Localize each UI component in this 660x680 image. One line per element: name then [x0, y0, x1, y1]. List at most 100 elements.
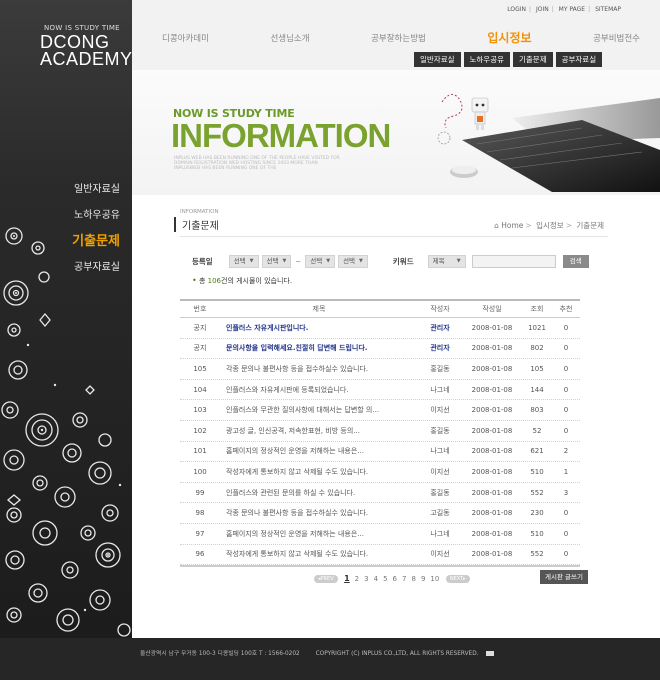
cell-date: 2008-01-08	[471, 385, 513, 394]
cell-title[interactable]: 홈페이지의 정상적인 운영을 저해하는 내용은...	[220, 529, 418, 539]
month-end-select[interactable]: 선택 ▼	[338, 255, 368, 268]
page-number[interactable]: 7	[402, 575, 406, 583]
cell-title[interactable]: 각종 문의나 불편사항 등을 접수하실수 있습니다.	[220, 508, 418, 518]
cell-no: 96	[195, 550, 205, 559]
nav-teachers[interactable]: 선생님소개	[270, 32, 309, 46]
join-link[interactable]: JOIN	[536, 6, 549, 13]
cell-rec: 0	[563, 385, 569, 394]
cell-writer: 관리자	[430, 323, 450, 332]
subtab-knowhow[interactable]: 노하우공유	[463, 52, 510, 67]
cell-writer: 이지선	[430, 406, 450, 415]
table-header: 번호 제목 작성자 작성일 조회 추천	[180, 299, 580, 318]
breadcrumb-admission[interactable]: 입시정보	[536, 221, 564, 230]
cell-writer: 고길동	[430, 509, 450, 518]
table-row: 105 각종 문의나 불편사항 등을 접수하실수 있습니다. 홍길동 2008-01-…	[180, 359, 580, 380]
cell-date: 2008-01-08	[471, 344, 513, 353]
page-number[interactable]: 10	[430, 575, 439, 583]
subtab-study[interactable]: 공부자료실	[555, 52, 603, 67]
login-link[interactable]: LOGIN	[507, 6, 526, 13]
page-number[interactable]: 1	[344, 574, 350, 583]
nav-study-secrets[interactable]: 공부비법전수	[593, 32, 640, 46]
cell-writer: 이지선	[430, 550, 450, 559]
cell-date: 2008-01-08	[471, 488, 513, 497]
keyword-input[interactable]	[471, 255, 556, 268]
table-row: 96 작성자에게 통보하지 않고 삭제될 수도 있습니다. 이지선 2008-01-0…	[180, 545, 580, 566]
banner-title: INFORMATION	[171, 117, 391, 154]
cell-writer: 나그네	[430, 529, 450, 538]
page-number[interactable]: 2	[355, 575, 359, 583]
cell-no: 101	[193, 447, 207, 456]
cell-date: 2008-01-08	[471, 323, 513, 332]
cell-title[interactable]: 인플러스와 자유게시판에 등록되었습니다.	[220, 385, 418, 395]
main-nav: 디콩아카데미 선생님소개 공부잘하는방법 입시정보 공부비법전수	[162, 29, 640, 46]
cell-no: 99	[195, 488, 205, 497]
year-end-select[interactable]: 선택 ▼	[305, 255, 336, 268]
cell-no: 97	[195, 529, 205, 538]
keyword-label: 키워드	[392, 257, 414, 266]
prev-button[interactable]: ◂PREV	[314, 574, 338, 583]
cell-rec: 0	[563, 406, 569, 415]
cell-rec: 0	[563, 509, 569, 518]
cell-no: 102	[193, 426, 207, 435]
cell-title[interactable]: 광고성 글, 인신공격, 저속한표현, 비방 등의...	[220, 426, 418, 436]
cell-title[interactable]: 인플러스와 관련된 문의를 하실 수 있습니다.	[220, 488, 418, 498]
cell-no: 공지	[193, 323, 207, 332]
cell-no: 104	[193, 385, 207, 394]
cell-title[interactable]: 인플러스 자유게시판입니다.	[220, 323, 418, 333]
cell-title[interactable]: 각종 문의나 불편사항 등을 접수하실수 있습니다.	[220, 364, 418, 374]
cell-views: 230	[530, 509, 544, 518]
page-number[interactable]: 6	[393, 575, 397, 583]
cell-date: 2008-01-08	[471, 467, 513, 476]
cell-views: 552	[530, 488, 544, 497]
cell-rec: 1	[563, 467, 569, 476]
page-number[interactable]: 3	[364, 575, 368, 583]
table-row: 103 인플러스와 무관한 질의사항에 대해서는 답변할 의... 이지선 2008-…	[180, 400, 580, 421]
footer-address: 울산광역시 남구 무거동 100-3 디콩빌딩 100호 T : 1566-02…	[140, 651, 300, 657]
table-row: 공지 문의사항을 입력해세요.친절히 답변해 드립니다. 관리자 2008-01-08…	[180, 339, 580, 360]
cell-views: 52	[532, 426, 542, 435]
page-number[interactable]: 8	[411, 575, 415, 583]
page-title: 기출문제	[174, 217, 219, 232]
cell-title[interactable]: 문의사항을 입력해세요.친절히 답변해 드립니다.	[220, 343, 418, 353]
side-item-general[interactable]: 일반자료실	[72, 183, 120, 209]
cell-title[interactable]: 작성자에게 통보하지 않고 삭제될 수도 있습니다.	[220, 467, 418, 477]
cell-title[interactable]: 홈페이지의 정상적인 운영을 저해하는 내용은...	[220, 446, 418, 456]
next-button[interactable]: NEXT▸	[445, 574, 470, 583]
sitemap-link[interactable]: SITEMAP	[595, 6, 621, 13]
banner: NOW IS STUDY TIME INFORMATION INPLUS WEB…	[132, 70, 660, 195]
content: INFORMATION 기출문제 ⌂ Home > 입시정보 > 기출문제 등록일 …	[132, 195, 660, 638]
table-body: 공지 인플러스 자유게시판입니다. 관리자 2008-01-08 1021 0 공지 문의사항…	[180, 318, 580, 566]
year-select[interactable]: 선택 ▼	[228, 255, 259, 268]
cell-title[interactable]: 작성자에게 통보하지 않고 삭제될 수도 있습니다.	[220, 549, 418, 559]
cell-views: 802	[530, 344, 544, 353]
keyword-type-select[interactable]: 제목 ▼	[427, 255, 466, 268]
cell-rec: 0	[563, 344, 569, 353]
sidebar: NOW IS STUDY TIME DCONG ACADEMY 일반자료실 노하…	[0, 0, 132, 638]
nav-admission-info[interactable]: 입시정보	[487, 29, 531, 46]
page-number[interactable]: 9	[421, 575, 425, 583]
logo[interactable]: DCONG ACADEMY	[40, 33, 132, 68]
page-number[interactable]: 5	[383, 575, 387, 583]
cell-views: 144	[530, 385, 544, 394]
breadcrumb-home[interactable]: Home	[501, 221, 523, 230]
mail-icon[interactable]	[486, 651, 495, 656]
cell-views: 510	[530, 529, 544, 538]
month-select[interactable]: 선택 ▼	[261, 255, 292, 268]
cell-title[interactable]: 인플러스와 무관한 질의사항에 대해서는 답변할 의...	[220, 405, 418, 415]
table-row: 100 작성자에게 통보하지 않고 삭제될 수도 있습니다. 이지선 2008-01-…	[180, 462, 580, 483]
cell-writer: 홍길동	[430, 488, 450, 497]
table-row: 104 인플러스와 자유게시판에 등록되었습니다. 나그네 2008-01-08 144…	[180, 380, 580, 401]
write-button[interactable]: 게시판 글쓰기	[540, 570, 588, 584]
cell-writer: 나그네	[430, 385, 450, 394]
nav-academy[interactable]: 디콩아카데미	[162, 32, 209, 46]
cell-no: 98	[195, 509, 205, 518]
page-number[interactable]: 4	[374, 575, 378, 583]
mypage-link[interactable]: MY PAGE	[559, 6, 585, 13]
cell-date: 2008-01-08	[471, 529, 513, 538]
subtab-past-exams[interactable]: 기출문제	[513, 52, 553, 67]
cell-writer: 이지선	[430, 467, 450, 476]
search-button[interactable]: 검색	[562, 255, 589, 268]
nav-study-methods[interactable]: 공부잘하는방법	[371, 32, 426, 46]
cell-no: 공지	[193, 344, 207, 353]
subtab-general[interactable]: 일반자료실	[414, 52, 461, 67]
